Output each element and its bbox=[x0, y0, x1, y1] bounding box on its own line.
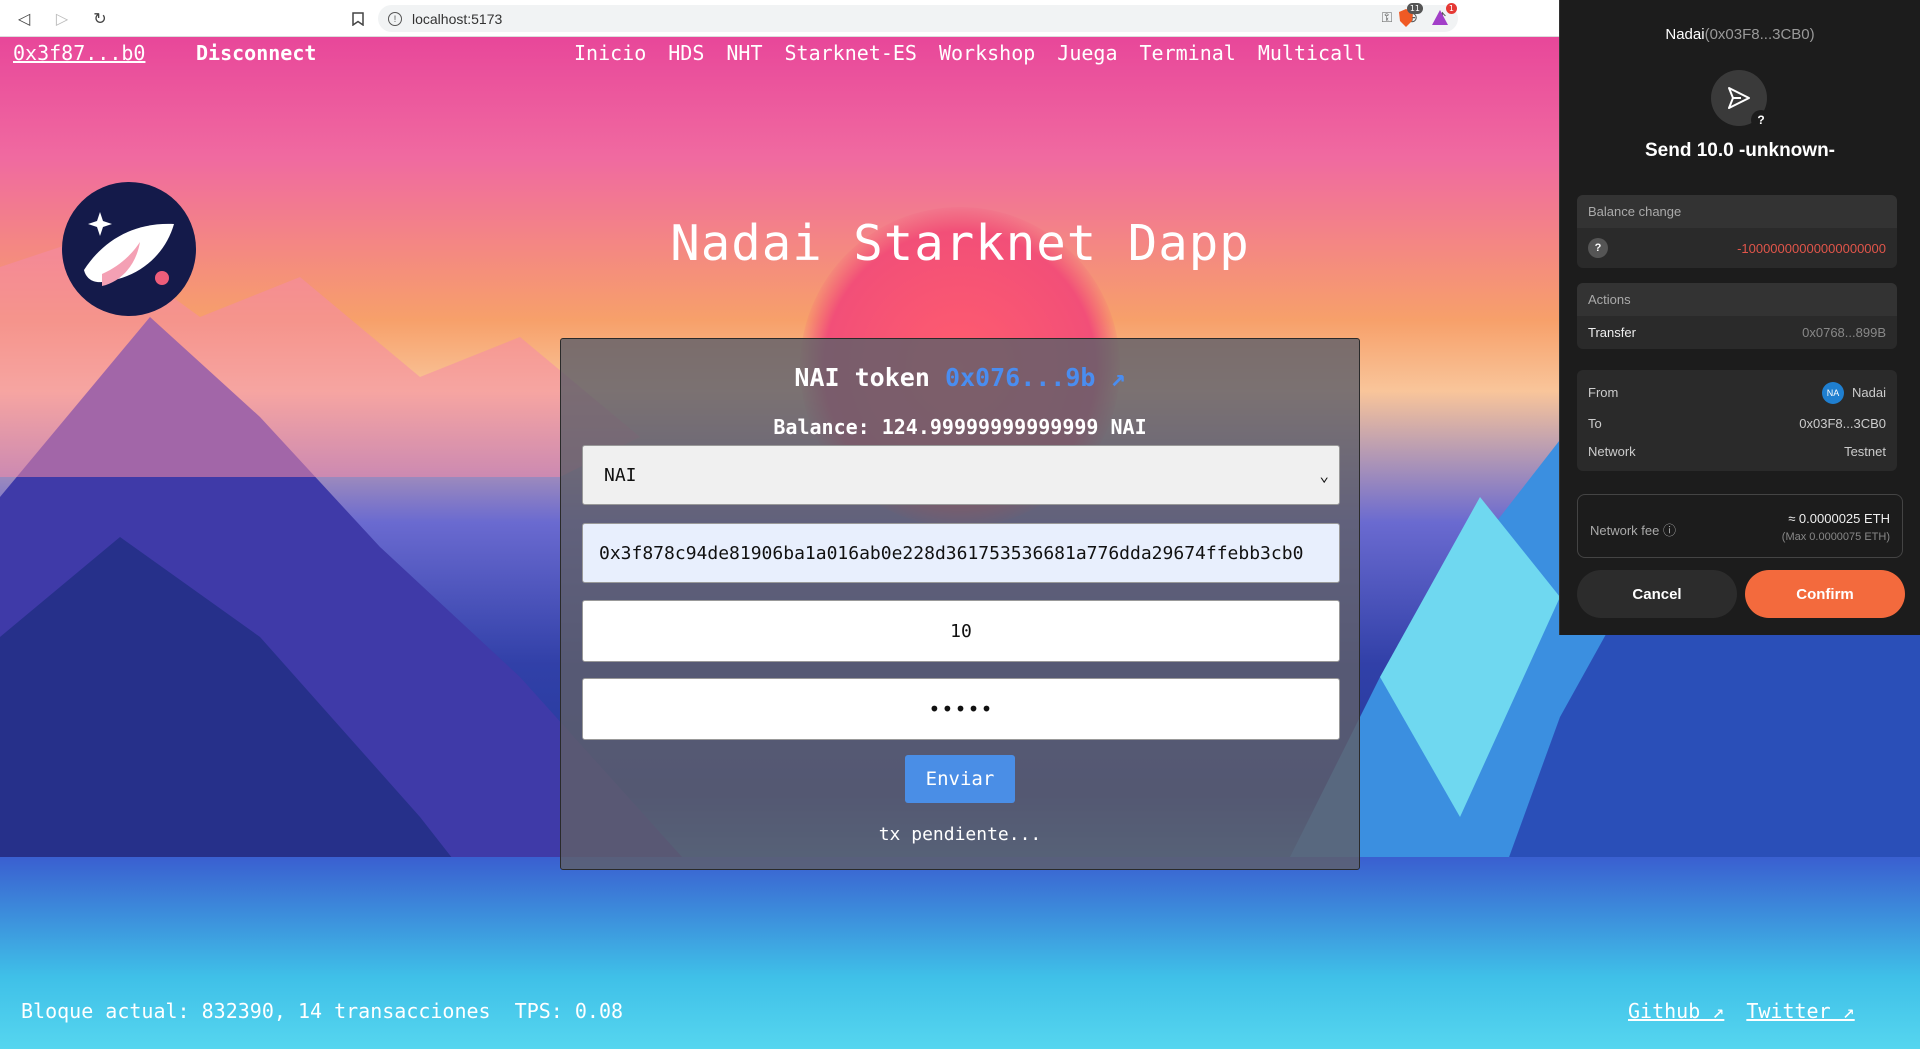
cancel-button[interactable]: Cancel bbox=[1577, 570, 1737, 618]
network-value: Testnet bbox=[1844, 443, 1886, 459]
token-address-link[interactable]: 0x076...9b ↗ bbox=[945, 363, 1126, 392]
footer-links: Github ↗ Twitter ↗ bbox=[1628, 999, 1855, 1023]
action-name: Transfer bbox=[1588, 325, 1636, 340]
chevron-down-icon: ⌄ bbox=[1319, 466, 1329, 485]
token-select[interactable]: NAI ⌄ bbox=[582, 445, 1340, 505]
network-fee-box: Network fee ⓘ ≈ 0.0000025 ETH (Max 0.000… bbox=[1577, 494, 1903, 558]
url-text: localhost:5173 bbox=[412, 10, 503, 27]
wallet-address-link[interactable]: 0x3f87...b0 bbox=[13, 41, 145, 65]
shield-count-badge: 11 bbox=[1406, 3, 1423, 14]
reload-icon[interactable]: ↻ bbox=[86, 4, 114, 32]
disconnect-button[interactable]: Disconnect bbox=[196, 41, 316, 65]
forward-icon[interactable]: ▷ bbox=[48, 4, 76, 32]
action-address: 0x0768...899B bbox=[1802, 325, 1886, 340]
token-header: NAI token 0x076...9b ↗ bbox=[561, 363, 1359, 392]
amount-input[interactable]: 10 bbox=[582, 600, 1340, 662]
url-bar[interactable]: ! localhost:5173 ⚿ ⊕ ⤴ bbox=[378, 5, 1458, 32]
password-mask: ••••• bbox=[928, 697, 994, 721]
rewards-count-badge: 1 bbox=[1445, 3, 1457, 14]
network-fee-label: Network fee ⓘ bbox=[1590, 523, 1676, 538]
balance-change-box: Balance change ? -10000000000000000000 bbox=[1577, 195, 1897, 268]
menu-item-inicio[interactable]: Inicio bbox=[574, 41, 646, 65]
balance-change-row: ? -10000000000000000000 bbox=[1577, 228, 1897, 268]
token-label: NAI token bbox=[794, 363, 930, 392]
bookmark-icon[interactable] bbox=[344, 5, 372, 33]
actions-box: Actions Transfer 0x0768...899B bbox=[1577, 283, 1897, 349]
amount-value: 10 bbox=[950, 620, 972, 642]
balance-change-label: Balance change bbox=[1577, 195, 1897, 228]
menu-item-starknet-es[interactable]: Starknet-ES bbox=[785, 41, 917, 65]
to-value: 0x03F8...3CB0 bbox=[1799, 415, 1886, 431]
tx-status: tx pendiente... bbox=[878, 824, 1042, 845]
actions-label: Actions bbox=[1577, 283, 1897, 316]
from-label: From bbox=[1588, 385, 1619, 400]
recipient-address-value: 0x3f878c94de81906ba1a016ab0e228d36175353… bbox=[599, 542, 1304, 564]
transfer-card: NAI token 0x076...9b ↗ Balance: 124.9999… bbox=[560, 338, 1360, 870]
wallet-tx-title: Send 10.0 -unknown- bbox=[1644, 140, 1836, 161]
to-row: To 0x03F8...3CB0 bbox=[1577, 409, 1897, 437]
action-row[interactable]: Transfer 0x0768...899B bbox=[1577, 316, 1897, 349]
balance-text: Balance: 124.99999999999999 NAI bbox=[773, 415, 1147, 439]
network-row: Network Testnet bbox=[1577, 437, 1897, 465]
recipient-address-input[interactable]: 0x3f878c94de81906ba1a016ab0e228d36175353… bbox=[582, 523, 1340, 583]
network-fee-max: (Max 0.0000075 ETH) bbox=[1781, 531, 1890, 543]
from-value: Nadai bbox=[1852, 385, 1886, 400]
network-label: Network bbox=[1588, 443, 1636, 459]
balance-change-value: -10000000000000000000 bbox=[1737, 240, 1886, 256]
menu-item-terminal[interactable]: Terminal bbox=[1140, 41, 1236, 65]
password-input[interactable]: ••••• bbox=[582, 678, 1340, 740]
wallet-account-name: Nadai bbox=[1665, 26, 1705, 43]
to-label: To bbox=[1588, 415, 1602, 431]
network-fee-value: ≈ 0.0000025 ETH bbox=[1788, 511, 1890, 526]
wallet-account-address: (0x03F8...3CB0) bbox=[1704, 26, 1815, 43]
token-select-value: NAI bbox=[604, 464, 637, 486]
details-box: From NA Nadai To 0x03F8...3CB0 Network Te… bbox=[1577, 370, 1897, 471]
wallet-popup: Nadai(0x03F8...3CB0) ? Send 10.0 -unknow… bbox=[1559, 0, 1920, 635]
site-info-icon[interactable]: ! bbox=[388, 11, 402, 26]
account-avatar: NA bbox=[1822, 381, 1845, 404]
key-icon[interactable]: ⚿ bbox=[1382, 9, 1393, 29]
menu-item-workshop[interactable]: Workshop bbox=[939, 41, 1035, 65]
confirm-button[interactable]: Confirm bbox=[1745, 570, 1905, 618]
menu-item-nht[interactable]: NHT bbox=[726, 41, 762, 65]
back-icon[interactable]: ◁ bbox=[10, 4, 38, 32]
question-icon: ? bbox=[1588, 238, 1608, 258]
block-info: Bloque actual: 832390, 14 transacciones … bbox=[21, 999, 624, 1023]
menu-item-multicall[interactable]: Multicall bbox=[1258, 41, 1366, 65]
menu-item-hds[interactable]: HDS bbox=[668, 41, 704, 65]
brave-rewards-icon[interactable]: 1 bbox=[1429, 3, 1457, 29]
nav-buttons: ◁ ▷ ↻ bbox=[10, 4, 114, 32]
from-row: From NA Nadai bbox=[1577, 376, 1897, 409]
menu-item-juega[interactable]: Juega bbox=[1057, 41, 1117, 65]
unknown-token-icon: ? bbox=[1751, 110, 1771, 130]
wallet-account-header: Nadai(0x03F8...3CB0) bbox=[1560, 26, 1920, 43]
send-icon: ? bbox=[1711, 70, 1771, 130]
send-button[interactable]: Enviar bbox=[905, 755, 1015, 803]
brave-shield-icon[interactable]: 11 bbox=[1395, 3, 1423, 29]
twitter-link[interactable]: Twitter ↗ bbox=[1746, 999, 1854, 1023]
github-link[interactable]: Github ↗ bbox=[1628, 999, 1724, 1023]
main-menu: Inicio HDS NHT Starknet-ES Workshop Jueg… bbox=[574, 41, 1388, 65]
